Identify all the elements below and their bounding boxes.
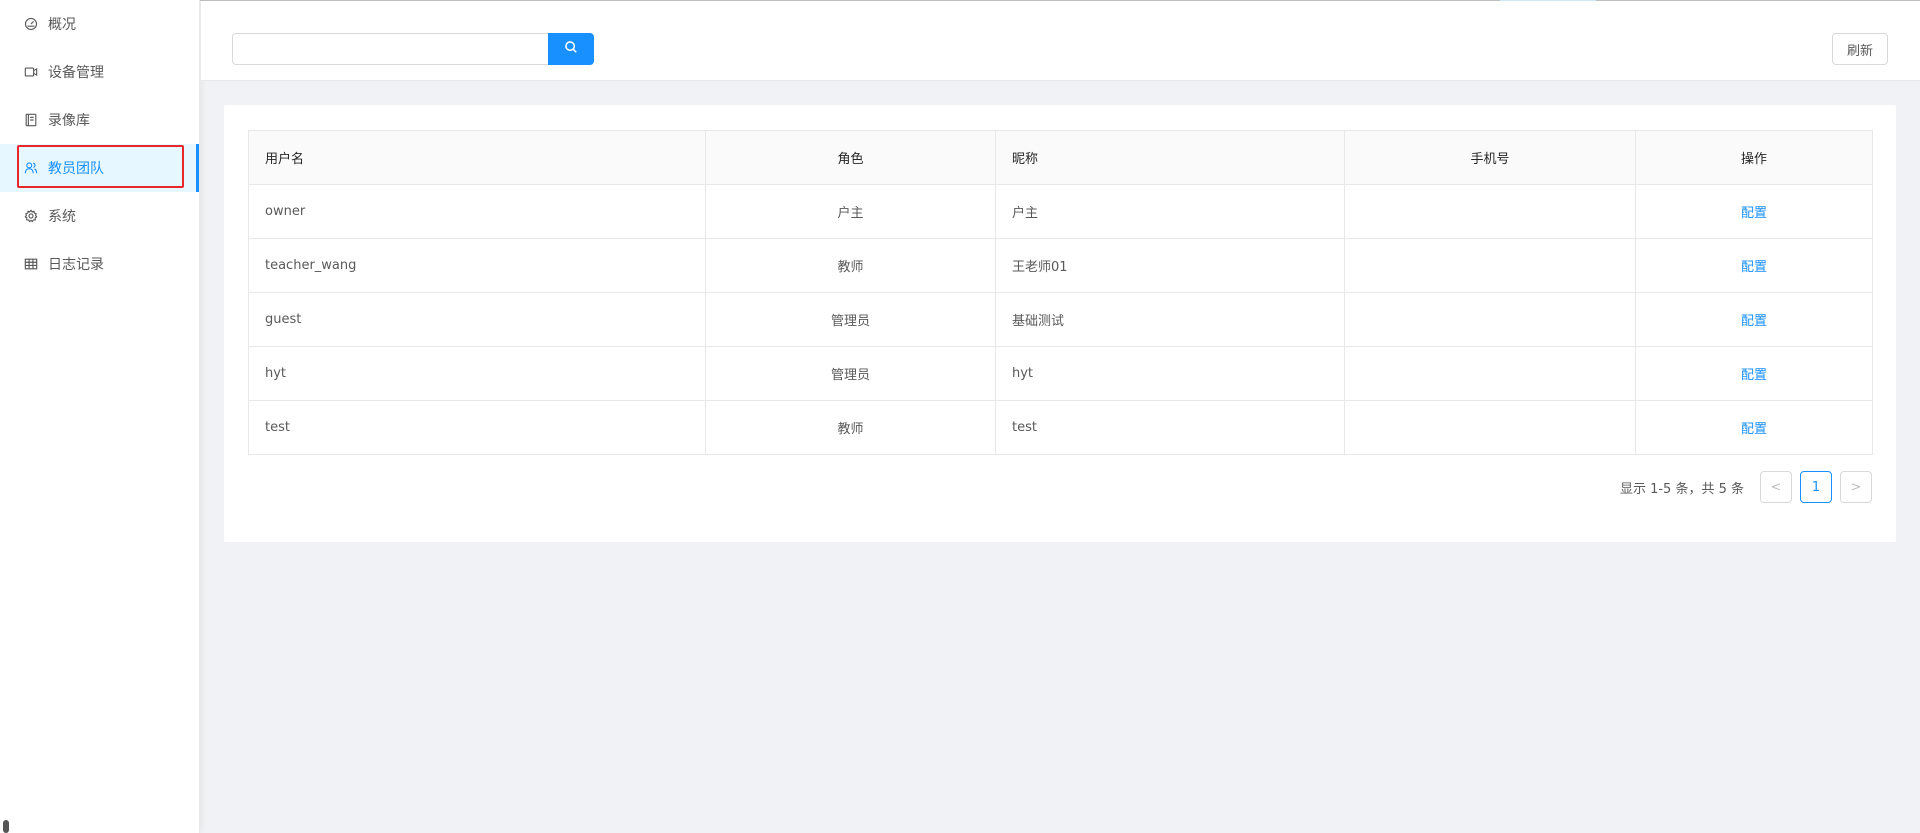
cell-role: 户主 <box>705 184 996 239</box>
configure-link[interactable]: 配置 <box>1741 422 1767 437</box>
cell-role: 管理员 <box>705 346 996 401</box>
cell-nickname: 户主 <box>995 184 1345 239</box>
configure-link[interactable]: 配置 <box>1741 260 1767 275</box>
cell-phone <box>1344 184 1636 239</box>
table-row: owner 户主 户主 配置 <box>248 184 1873 239</box>
cell-action: 配置 <box>1635 346 1873 401</box>
sidebar: 概况 设备管理 录像库 教员团队 系统 日志记录 <box>0 0 200 833</box>
cell-phone <box>1344 238 1636 293</box>
table-row: test 教师 test 配置 <box>248 400 1873 455</box>
sidebar-scrollbar[interactable] <box>3 820 9 833</box>
cell-action: 配置 <box>1635 238 1873 293</box>
next-page-button[interactable]: > <box>1840 471 1872 503</box>
cell-username: guest <box>248 292 706 347</box>
table-icon <box>24 257 38 271</box>
cell-phone <box>1344 292 1636 347</box>
page-1-button[interactable]: 1 <box>1800 471 1832 503</box>
toolbar: 刷新 <box>201 1 1920 81</box>
refresh-button[interactable]: 刷新 <box>1831 33 1888 65</box>
prev-page-button[interactable]: < <box>1760 471 1792 503</box>
pagination-total: 显示 1-5 条，共 5 条 <box>1619 481 1744 497</box>
column-header-action: 操作 <box>1635 130 1873 185</box>
cell-action: 配置 <box>1635 184 1873 239</box>
chevron-right-icon: > <box>1850 479 1862 495</box>
cell-username: owner <box>248 184 706 239</box>
search-icon <box>564 40 578 58</box>
sidebar-item-label: 教员团队 <box>48 161 104 177</box>
book-icon <box>24 113 38 127</box>
cell-role: 教师 <box>705 400 996 455</box>
cell-phone <box>1344 346 1636 401</box>
column-header-username: 用户名 <box>248 130 706 185</box>
cell-username: test <box>248 400 706 455</box>
cell-username: teacher_wang <box>248 238 706 293</box>
table-row: teacher_wang 教师 王老师01 配置 <box>248 238 1873 293</box>
table-header-row: 用户名 角色 昵称 手机号 操作 <box>248 130 1873 185</box>
configure-link[interactable]: 配置 <box>1741 314 1767 329</box>
team-icon <box>24 161 38 175</box>
column-header-role: 角色 <box>705 130 996 185</box>
dashboard-icon <box>24 17 38 31</box>
search-box <box>232 33 594 65</box>
cell-nickname: test <box>995 400 1345 455</box>
sidebar-item-label: 设备管理 <box>48 65 104 81</box>
cell-phone <box>1344 400 1636 455</box>
sidebar-item-devices[interactable]: 设备管理 <box>0 48 199 96</box>
search-button[interactable] <box>548 33 594 65</box>
video-camera-icon <box>24 65 38 79</box>
sidebar-item-label: 录像库 <box>48 113 90 129</box>
cell-nickname: 基础测试 <box>995 292 1345 347</box>
cell-action: 配置 <box>1635 400 1873 455</box>
search-input[interactable] <box>232 33 548 65</box>
pagination: 显示 1-5 条，共 5 条 < 1 > <box>1620 471 1872 503</box>
cell-role: 教师 <box>705 238 996 293</box>
sidebar-item-team[interactable]: 教员团队 <box>0 144 199 192</box>
table-row: hyt 管理员 hyt 配置 <box>248 346 1873 401</box>
team-table: 用户名 角色 昵称 手机号 操作 owner 户主 户主 配置 teacher_… <box>248 130 1873 455</box>
sidebar-item-label: 概况 <box>48 17 76 33</box>
sidebar-item-overview[interactable]: 概况 <box>0 0 199 48</box>
sidebar-item-recordings[interactable]: 录像库 <box>0 96 199 144</box>
configure-link[interactable]: 配置 <box>1741 206 1767 221</box>
cell-nickname: 王老师01 <box>995 238 1345 293</box>
cell-role: 管理员 <box>705 292 996 347</box>
gear-icon <box>24 209 38 223</box>
cell-username: hyt <box>248 346 706 401</box>
table-row: guest 管理员 基础测试 配置 <box>248 292 1873 347</box>
sidebar-item-system[interactable]: 系统 <box>0 192 199 240</box>
cell-action: 配置 <box>1635 292 1873 347</box>
sidebar-menu: 概况 设备管理 录像库 教员团队 系统 日志记录 <box>0 0 199 288</box>
configure-link[interactable]: 配置 <box>1741 368 1767 383</box>
column-header-phone: 手机号 <box>1344 130 1636 185</box>
cell-nickname: hyt <box>995 346 1345 401</box>
sidebar-item-label: 日志记录 <box>48 257 104 273</box>
content-card: 用户名 角色 昵称 手机号 操作 owner 户主 户主 配置 teacher_… <box>224 105 1896 542</box>
sidebar-item-label: 系统 <box>48 209 76 225</box>
sidebar-item-logs[interactable]: 日志记录 <box>0 240 199 288</box>
chevron-left-icon: < <box>1770 479 1782 495</box>
column-header-nickname: 昵称 <box>995 130 1345 185</box>
